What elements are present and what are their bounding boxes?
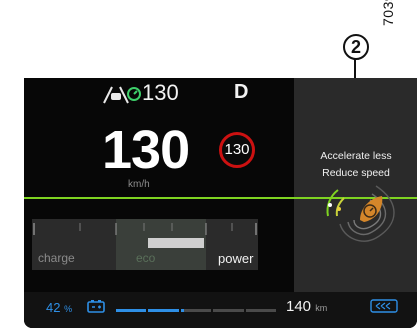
battery-level-segment: [245, 309, 276, 312]
gear-indicator: D: [234, 81, 249, 103]
battery-level-segment: [116, 309, 147, 312]
battery-level-segment: [213, 309, 244, 312]
battery-level-bar: [116, 309, 276, 313]
power-gauge: charge eco power: [32, 219, 258, 270]
set-speed-value: 130: [142, 80, 179, 105]
range-readout: 140 km: [286, 298, 327, 315]
battery-icon: [87, 300, 105, 313]
lane-assist-icon: [103, 86, 141, 104]
battery-level-segment: [148, 309, 179, 312]
battery-level-segment: [180, 309, 212, 312]
top-status-row: 130 D: [24, 78, 294, 110]
current-speed: 130: [102, 120, 190, 180]
gauge-label-eco: eco: [136, 251, 156, 265]
speed-limit-sign: 130: [219, 132, 255, 168]
figure-code: 70394: [380, 0, 396, 26]
advice-line-1: Accelerate less: [320, 150, 392, 162]
gauge-label-charge: charge: [38, 251, 75, 265]
eco-driving-target-icon: [326, 185, 395, 242]
speed-unit: km/h: [128, 179, 150, 190]
battery-percentage: 42 %: [46, 300, 72, 315]
battery-percentage-unit: %: [64, 304, 73, 314]
regen-braking-icon: [370, 299, 398, 313]
gauge-label-power: power: [218, 251, 254, 266]
range-value: 140: [286, 298, 312, 315]
callout-number: 2: [343, 34, 369, 60]
battery-percentage-value: 42: [46, 300, 61, 315]
instrument-cluster: 130 D 130 km/h 130 charge eco power Acce…: [24, 78, 417, 328]
range-unit: km: [315, 303, 328, 313]
power-level-bar: [148, 238, 204, 248]
